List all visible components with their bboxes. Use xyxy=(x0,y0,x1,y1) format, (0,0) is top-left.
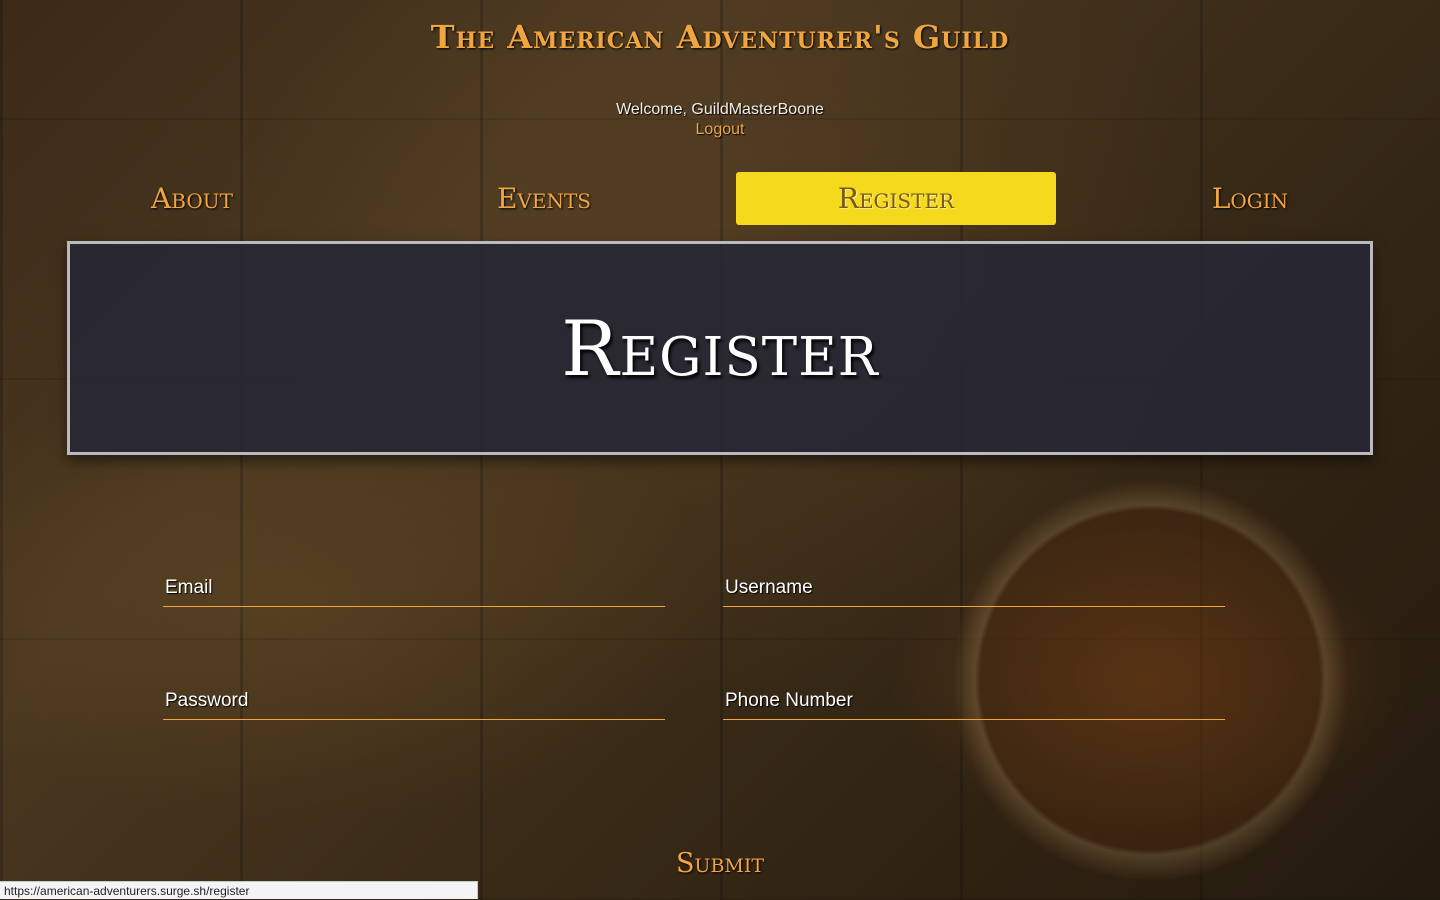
page-title: Register xyxy=(561,303,879,393)
password-field[interactable] xyxy=(163,683,665,719)
phone-number-field[interactable] xyxy=(723,683,1225,719)
nav-events[interactable]: Events xyxy=(384,172,704,225)
logout-link-row: Logout xyxy=(0,121,1440,139)
password-field-wrapper xyxy=(163,683,665,720)
submit-button[interactable]: Submit xyxy=(620,848,820,879)
username-field[interactable] xyxy=(723,570,1225,606)
page-banner: Register xyxy=(67,241,1373,455)
browser-status-bar: https://american-adventurers.surge.sh/re… xyxy=(0,881,478,899)
username-field-wrapper xyxy=(723,570,1225,607)
compass-image xyxy=(950,480,1350,880)
site-title[interactable]: The American Adventurer's Guild xyxy=(0,18,1440,56)
logout-link[interactable]: Logout xyxy=(696,121,745,138)
phone-field-wrapper xyxy=(723,683,1225,720)
nav-about[interactable]: About xyxy=(32,172,352,225)
email-field-wrapper xyxy=(163,570,665,607)
nav-login[interactable]: Login xyxy=(1090,172,1410,225)
nav-register[interactable]: Register xyxy=(736,172,1056,225)
welcome-text: Welcome, GuildMasterBoone xyxy=(616,101,824,118)
email-field[interactable] xyxy=(163,570,665,606)
